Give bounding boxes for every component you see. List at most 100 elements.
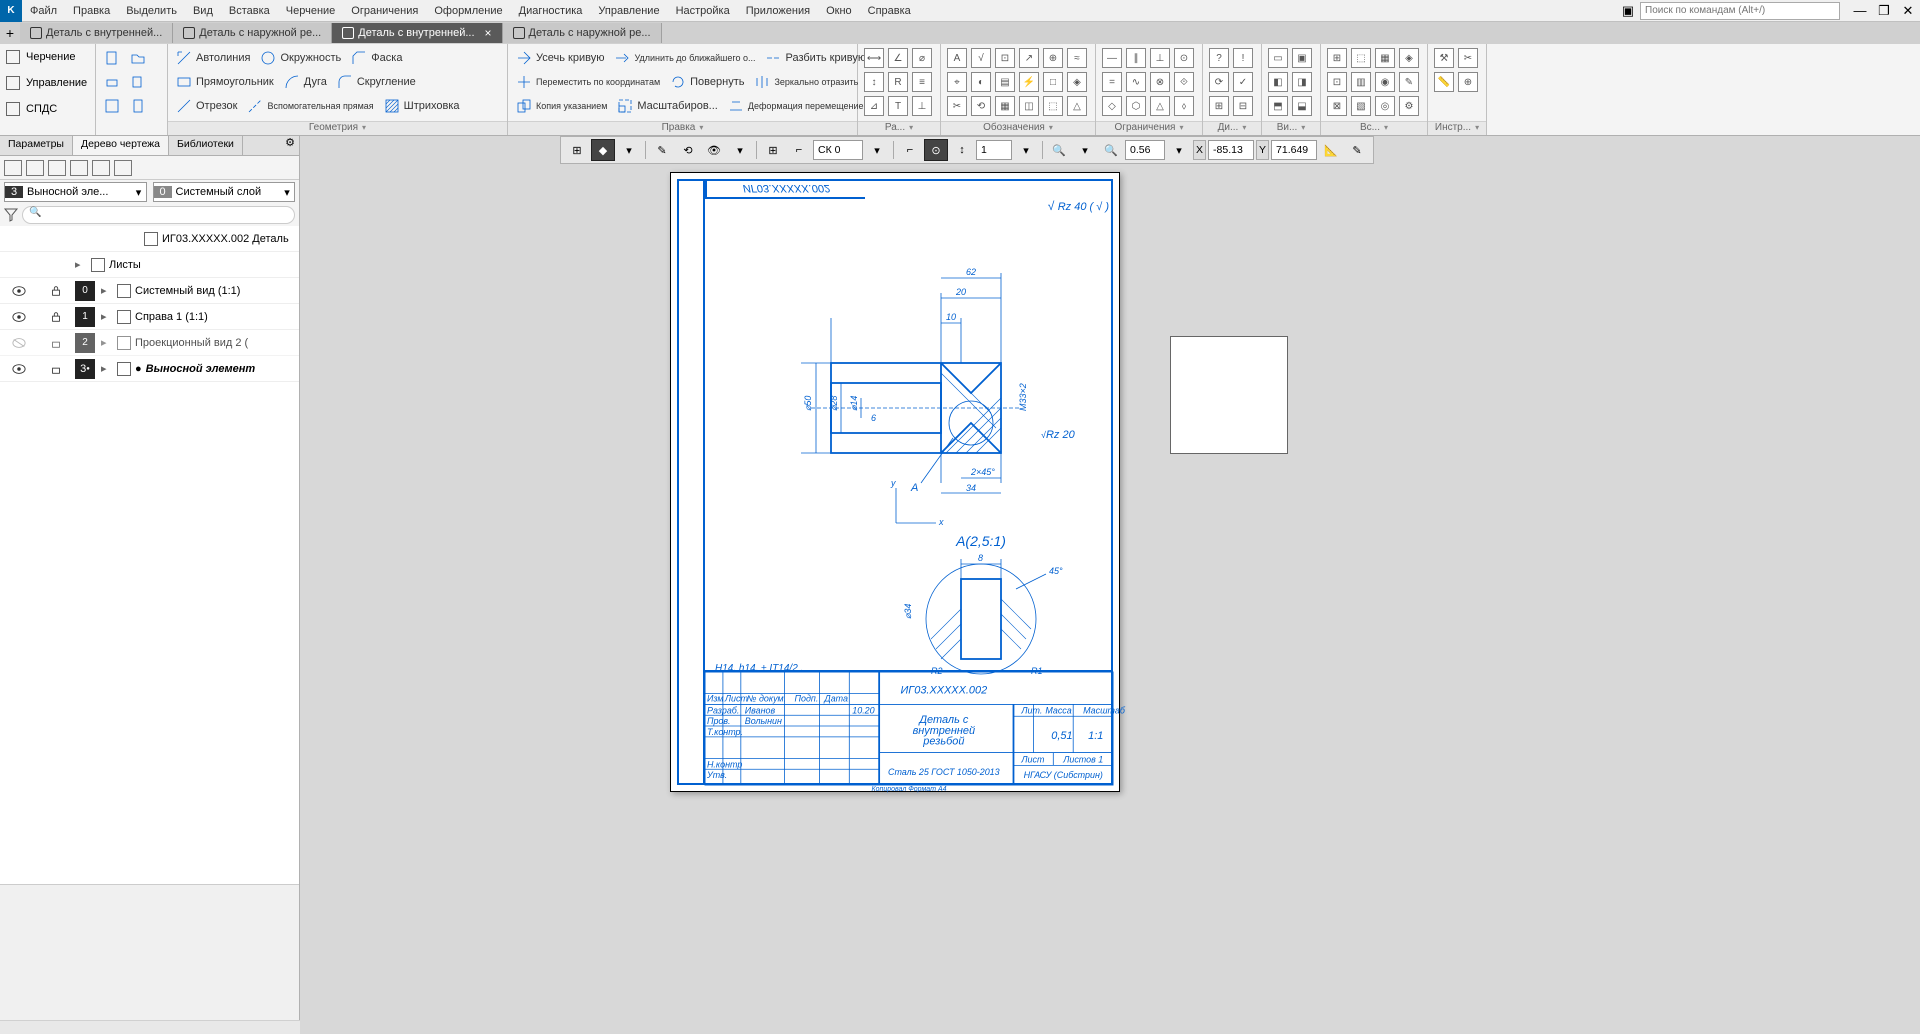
menu-manage[interactable]: Управление	[590, 2, 667, 20]
menu-insert[interactable]: Вставка	[221, 2, 278, 20]
tree-sheets[interactable]: ▸Листы	[0, 252, 299, 278]
dim-icon[interactable]: ⟷	[864, 48, 884, 68]
annot-icon[interactable]: ⬚	[1043, 96, 1063, 116]
tool-icon[interactable]: ◨	[1292, 72, 1312, 92]
menu-format[interactable]: Оформление	[426, 2, 510, 20]
menu-help[interactable]: Справка	[860, 2, 919, 20]
tool-icon[interactable]: ⬚	[1351, 48, 1371, 68]
tree-view-2[interactable]: 2▸Проекционный вид 2 (	[0, 330, 299, 356]
constr-icon[interactable]: =	[1102, 72, 1122, 92]
doc-tab-0[interactable]: Деталь с внутренней...	[20, 23, 173, 43]
annot-icon[interactable]: ⊡	[995, 48, 1015, 68]
eye-icon[interactable]	[12, 311, 26, 323]
lock-icon[interactable]	[49, 285, 63, 297]
eyedropper-icon[interactable]: ✎	[1345, 139, 1369, 161]
scale-field[interactable]: 1	[976, 140, 1012, 160]
tb-dropdown[interactable]: ▾	[1073, 139, 1097, 161]
menu-constraints[interactable]: Ограничения	[343, 2, 426, 20]
expand-icon[interactable]: ▸	[101, 362, 113, 375]
panel-tool-icon[interactable]	[92, 160, 110, 176]
tool-icon[interactable]: ?	[1209, 48, 1229, 68]
tb-icon[interactable]: ◆	[591, 139, 615, 161]
tb-dropdown[interactable]: ▾	[865, 139, 889, 161]
dim-icon[interactable]: ↕	[864, 72, 884, 92]
lock-icon[interactable]	[49, 311, 63, 323]
menu-apps[interactable]: Приложения	[738, 2, 818, 20]
panel-tool-icon[interactable]	[48, 160, 66, 176]
copy-button[interactable]	[126, 72, 150, 92]
menu-view[interactable]: Вид	[185, 2, 221, 20]
panel-tool-icon[interactable]	[4, 160, 22, 176]
constr-icon[interactable]: ◇	[1102, 96, 1122, 116]
tool-icon[interactable]: ✎	[1399, 72, 1419, 92]
panel-tool-icon[interactable]	[114, 160, 132, 176]
scale-button[interactable]: Масштабиров...	[613, 96, 721, 116]
tool-icon[interactable]: ◧	[1268, 72, 1288, 92]
gear-icon[interactable]: ⚙	[281, 136, 299, 155]
expand-icon[interactable]: ▸	[101, 284, 113, 297]
ortho-icon[interactable]: ⌐	[898, 139, 922, 161]
copy-by-point-button[interactable]: Копия указанием	[512, 96, 611, 116]
tool-icon[interactable]: ✂	[1458, 48, 1478, 68]
eye-icon[interactable]	[12, 363, 26, 375]
annot-icon[interactable]: ◈	[1067, 72, 1087, 92]
view-select[interactable]: 3Выносной эле...▾	[4, 182, 147, 202]
arc-button[interactable]: Дуга	[280, 72, 331, 92]
doc-tab-2[interactable]: Деталь с внутренней...×	[332, 23, 502, 43]
annot-icon[interactable]: ▦	[995, 96, 1015, 116]
annot-icon[interactable]: ≈	[1067, 48, 1087, 68]
panel-tool-icon[interactable]	[26, 160, 44, 176]
tree-search-input[interactable]: 🔍	[22, 206, 295, 224]
tb-icon[interactable]: ⟲	[676, 139, 700, 161]
break-button[interactable]: Разбить кривую	[761, 48, 870, 68]
annot-icon[interactable]: ✂	[947, 96, 967, 116]
lock-icon[interactable]	[49, 363, 63, 375]
menu-draw[interactable]: Черчение	[278, 2, 344, 20]
tb-icon[interactable]: ⊞	[565, 139, 589, 161]
constr-icon[interactable]: —	[1102, 48, 1122, 68]
canvas[interactable]: ⊞ ◆ ▾ ✎ ⟲ 👁 ▾ ⊞ ⌐ СК 0 ▾ ⌐ ⊙ ↕ 1 ▾ 🔍 ▾ 🔍…	[300, 136, 1920, 1034]
snap-icon[interactable]: ⊙	[924, 139, 948, 161]
mode-drawing[interactable]: Черчение	[0, 44, 95, 70]
tool-icon[interactable]: ⊠	[1327, 96, 1347, 116]
constr-icon[interactable]: ∥	[1126, 48, 1146, 68]
fillet-button[interactable]: Скругление	[333, 72, 420, 92]
tool-icon[interactable]: ⊕	[1458, 72, 1478, 92]
annot-icon[interactable]: △	[1067, 96, 1087, 116]
dim-icon[interactable]: ⊿	[864, 96, 884, 116]
x-field[interactable]: -85.13	[1208, 140, 1254, 160]
ui-layout-icon[interactable]: ▣	[1616, 1, 1640, 21]
tb-dropdown[interactable]: ▾	[728, 139, 752, 161]
deform-button[interactable]: Деформация перемещением	[724, 96, 874, 116]
annot-icon[interactable]: ⊕	[1043, 48, 1063, 68]
paste-button[interactable]	[126, 96, 150, 116]
tree-view-1[interactable]: 1▸Справа 1 (1:1)	[0, 304, 299, 330]
mode-manage[interactable]: Управление	[0, 70, 95, 96]
tool-icon[interactable]: ⊡	[1327, 72, 1347, 92]
save-button[interactable]	[100, 96, 124, 116]
menu-file[interactable]: Файл	[22, 2, 65, 20]
tree-root[interactable]: ИГ03.XXXXX.002 Деталь	[0, 226, 299, 252]
zoom-in-icon[interactable]: 🔍	[1099, 139, 1123, 161]
expand-icon[interactable]: ▸	[101, 310, 113, 323]
mode-spds[interactable]: СПДС	[0, 96, 95, 122]
dim-icon[interactable]: R	[888, 72, 908, 92]
maximize-button[interactable]: ❐	[1872, 1, 1896, 21]
tab-tree[interactable]: Дерево чертежа	[73, 136, 169, 155]
lock-icon[interactable]	[49, 337, 63, 349]
panel-tool-icon[interactable]	[70, 160, 88, 176]
extend-button[interactable]: Удлинить до ближайшего о...	[610, 48, 759, 68]
menu-edit[interactable]: Правка	[65, 2, 118, 20]
annot-icon[interactable]: ◫	[1019, 96, 1039, 116]
menu-settings[interactable]: Настройка	[668, 2, 738, 20]
rotate-button[interactable]: Повернуть	[666, 72, 748, 92]
dim-icon[interactable]: ≡	[912, 72, 932, 92]
tool-icon[interactable]: ⚙	[1399, 96, 1419, 116]
new-tab-button[interactable]: +	[0, 25, 20, 41]
constr-icon[interactable]: ⟐	[1174, 72, 1194, 92]
annot-icon[interactable]: A	[947, 48, 967, 68]
dim-icon[interactable]: ⊥	[912, 96, 932, 116]
constr-icon[interactable]: ⊗	[1150, 72, 1170, 92]
dim-icon[interactable]: T	[888, 96, 908, 116]
annot-icon[interactable]: □	[1043, 72, 1063, 92]
